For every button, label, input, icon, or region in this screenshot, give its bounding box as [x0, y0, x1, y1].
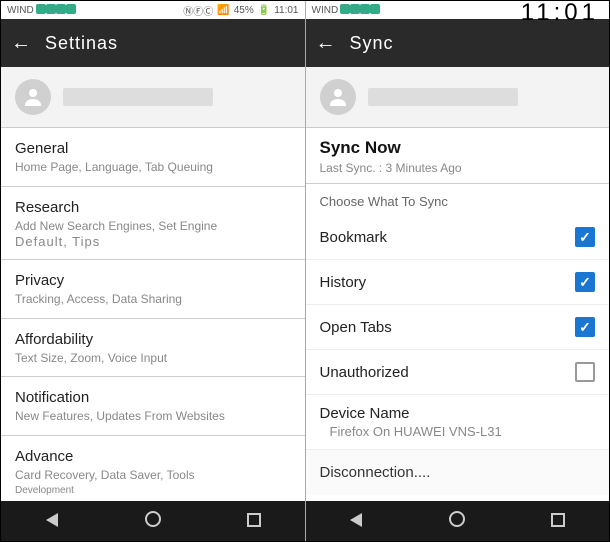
device-value: Firefox On HUAWEI VNS-L31 [320, 424, 596, 439]
status-bar-left: WIND ⓃⒻⒸ 📶 45% 🔋 11:01 [1, 1, 305, 19]
sync-content[interactable]: Sync Now Last Sync. : 3 Minutes Ago Choo… [306, 128, 610, 501]
section-research[interactable]: Research Add New Search Engines, Set Eng… [1, 191, 305, 261]
section-title: Research [15, 199, 291, 216]
check-label: Unauthorized [320, 364, 576, 381]
check-label: History [320, 274, 576, 291]
settings-header: ← Settinas [1, 19, 305, 67]
profile-placeholder [63, 88, 213, 106]
section-sub: Card Recovery, Data Saver, Tools [15, 468, 291, 484]
nav-bar-left [1, 501, 305, 541]
profile-placeholder [368, 88, 518, 106]
section-title: Advance [15, 448, 291, 465]
section-sub: New Features, Updates From Websites [15, 409, 291, 425]
carrier-label: WIND [312, 5, 339, 16]
section-privacy[interactable]: Privacy Tracking, Access, Data Sharing [1, 264, 305, 319]
section-title: Privacy [15, 272, 291, 289]
clock-label: 11:01 [274, 5, 298, 16]
section-sub: Add New Search Engines, Set Engine [15, 219, 291, 235]
nfc-icon: ⓃⒻⒸ [183, 3, 213, 18]
nav-recent-button[interactable] [538, 511, 578, 532]
avatar-icon [320, 79, 356, 115]
device-label: Device Name [320, 405, 596, 422]
section-notification[interactable]: Notification New Features, Updates From … [1, 381, 305, 436]
checkbox-icon[interactable] [575, 362, 595, 382]
section-sub: Home Page, Language, Tab Queuing [15, 160, 291, 176]
device-name-row[interactable]: Device Name Firefox On HUAWEI VNS-L31 [306, 395, 610, 449]
battery-label: 45% [234, 5, 254, 16]
status-icons [36, 4, 76, 17]
check-label: Bookmark [320, 229, 576, 246]
sync-now-label: Sync Now [320, 138, 596, 158]
section-sub2: Default, Tips [15, 234, 291, 249]
profile-row[interactable] [306, 67, 610, 128]
page-title: Settinas [45, 33, 118, 54]
checkbox-icon[interactable] [575, 227, 595, 247]
nav-back-button[interactable] [336, 511, 376, 532]
back-icon[interactable]: ← [316, 32, 336, 55]
section-sub2: Development [15, 484, 291, 497]
avatar-icon [15, 79, 51, 115]
sync-item-unauthorized[interactable]: Unauthorized [306, 350, 610, 395]
nav-recent-button[interactable] [234, 511, 274, 532]
checkbox-icon[interactable] [575, 317, 595, 337]
section-affordability[interactable]: Affordability Text Size, Zoom, Voice Inp… [1, 323, 305, 378]
settings-list[interactable]: General Home Page, Language, Tab Queuing… [1, 128, 305, 501]
checkbox-icon[interactable] [575, 272, 595, 292]
section-sub: Tracking, Access, Data Sharing [15, 292, 291, 308]
nav-home-button[interactable] [437, 511, 477, 532]
clock-label: 11:01 [521, 0, 599, 27]
sync-item-bookmark[interactable]: Bookmark [306, 215, 610, 260]
section-title: General [15, 140, 291, 157]
section-general[interactable]: General Home Page, Language, Tab Queuing [1, 132, 305, 187]
signal-icon: 📶 [217, 5, 229, 16]
nav-home-button[interactable] [133, 511, 173, 532]
sync-now-row[interactable]: Sync Now Last Sync. : 3 Minutes Ago [306, 128, 610, 184]
battery-icon: 🔋 [258, 5, 270, 16]
sync-item-open-tabs[interactable]: Open Tabs [306, 305, 610, 350]
section-title: Affordability [15, 331, 291, 348]
section-advance[interactable]: Advance Card Recovery, Data Saver, Tools… [1, 440, 305, 501]
last-sync-label: Last Sync. : 3 Minutes Ago [320, 161, 596, 175]
status-icons [340, 4, 380, 17]
nav-back-button[interactable] [32, 511, 72, 532]
back-icon[interactable]: ← [11, 32, 31, 55]
status-bar-right: WIND 11:01 [306, 1, 610, 19]
carrier-label: WIND [7, 5, 34, 16]
section-title: Notification [15, 389, 291, 406]
page-title: Sync [350, 33, 394, 54]
section-sub: Text Size, Zoom, Voice Input [15, 351, 291, 367]
profile-row[interactable] [1, 67, 305, 128]
nav-bar-right [306, 501, 610, 541]
choose-header: Choose What To Sync [306, 184, 610, 215]
check-label: Open Tabs [320, 319, 576, 336]
sync-item-history[interactable]: History [306, 260, 610, 305]
disconnect-row[interactable]: Disconnection.... [306, 449, 610, 495]
